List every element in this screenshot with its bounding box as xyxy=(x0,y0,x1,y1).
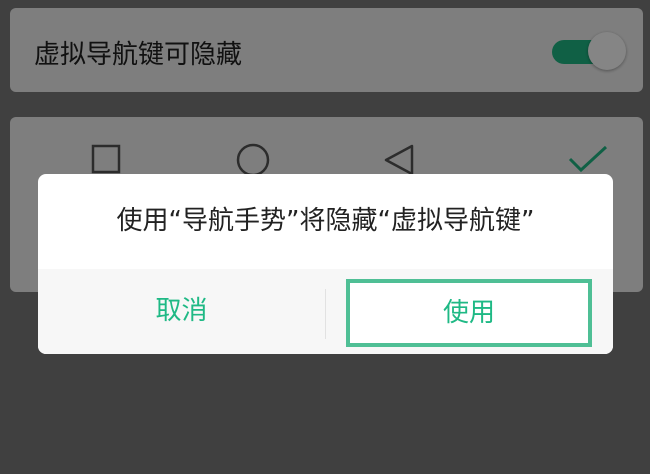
button-divider xyxy=(325,289,326,339)
cancel-button[interactable]: 取消 xyxy=(38,269,325,354)
confirm-dialog: 使用“导航手势”将隐藏“虚拟导航键” 取消 使用 xyxy=(38,174,613,354)
use-button[interactable]: 使用 xyxy=(346,279,592,347)
dialog-button-bar: 取消 使用 xyxy=(38,269,613,354)
dialog-message: 使用“导航手势”将隐藏“虚拟导航键” xyxy=(116,206,535,236)
